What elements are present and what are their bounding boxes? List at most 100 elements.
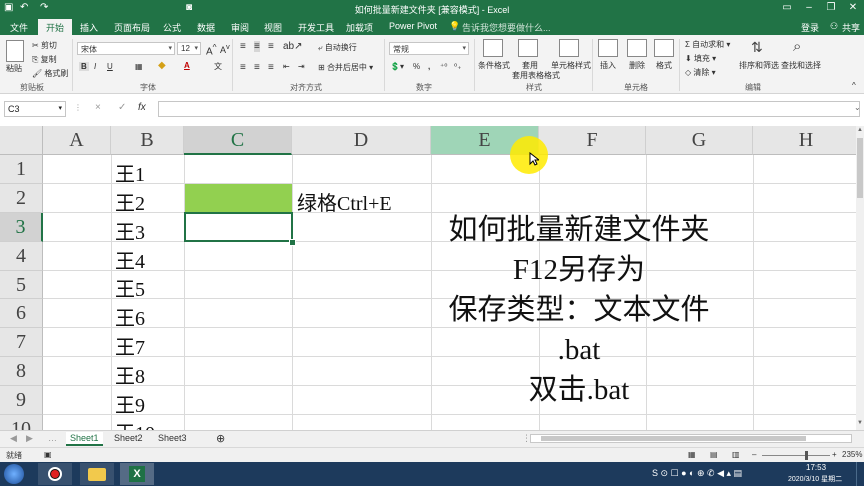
format-painter-button[interactable]: 🖌 格式刷 <box>32 68 68 79</box>
start-button-icon[interactable] <box>4 464 24 484</box>
delete-cells-button[interactable]: 删除 <box>629 60 645 71</box>
column-header-b[interactable]: B <box>111 126 184 155</box>
cell-b1[interactable]: 王1 <box>115 158 145 187</box>
italic-button[interactable]: I <box>94 62 96 71</box>
comma-button[interactable]: , <box>428 62 430 71</box>
font-name-combo[interactable]: 宋体 ▾ <box>77 42 175 55</box>
align-top-icon[interactable]: ≡ <box>240 41 246 52</box>
cell-b5[interactable]: 王5 <box>115 273 145 302</box>
name-box[interactable]: C3 ▾ <box>4 101 66 117</box>
currency-icon[interactable]: 💲▾ <box>390 62 404 71</box>
tab-formulas[interactable]: 公式 <box>163 21 181 34</box>
tab-page-layout[interactable]: 页面布局 <box>114 21 150 34</box>
format-cells-icon[interactable] <box>654 39 674 57</box>
find-select-icon[interactable]: ⌕ <box>793 38 801 55</box>
minimize-icon[interactable]: – <box>798 2 820 13</box>
font-size-combo[interactable]: 12 ▾ <box>177 42 201 55</box>
taskbar-recorder[interactable] <box>38 463 72 485</box>
scroll-down-icon[interactable]: ▼ <box>857 420 863 426</box>
tab-data[interactable]: 数据 <box>197 21 215 34</box>
vertical-scrollbar[interactable]: ▲ ▼ <box>856 126 864 430</box>
add-sheet-button[interactable]: ⊕ <box>212 431 229 446</box>
align-right-icon[interactable]: ≡ <box>268 62 274 73</box>
column-header-g[interactable]: G <box>646 126 753 155</box>
sheet-list-icon[interactable]: … <box>44 432 61 444</box>
taskbar-explorer[interactable] <box>80 463 114 485</box>
close-icon[interactable]: ✕ <box>842 2 864 13</box>
cell-b9[interactable]: 王9 <box>115 389 145 418</box>
borders-icon[interactable]: ▦ <box>135 62 143 71</box>
delete-cells-icon[interactable] <box>627 39 647 57</box>
horizontal-scrollbar[interactable] <box>530 434 852 443</box>
cell-b7[interactable]: 王7 <box>115 331 145 360</box>
expand-formula-icon[interactable]: ⌄ <box>854 103 861 112</box>
cancel-edit-button[interactable]: × <box>95 102 101 113</box>
font-color-button[interactable]: A <box>184 61 190 70</box>
column-header-a[interactable]: A <box>43 126 111 155</box>
cell-b6[interactable]: 王6 <box>115 302 145 331</box>
fill-color-icon[interactable]: ◆ <box>158 60 166 71</box>
tab-file[interactable]: 文件 <box>10 21 28 34</box>
fill-button[interactable]: ⬇ 填充 ▾ <box>685 53 716 64</box>
column-header-c[interactable]: C <box>184 126 292 155</box>
grow-font-icon[interactable]: A^ <box>206 42 217 57</box>
column-header-h[interactable]: H <box>753 126 856 155</box>
ribbon-display-icon[interactable]: ▭ <box>776 2 798 13</box>
insert-function-button[interactable]: fx <box>138 102 146 113</box>
tab-insert[interactable]: 插入 <box>80 21 98 34</box>
phonetic-icon[interactable]: 文 <box>214 61 222 72</box>
next-sheet-icon[interactable]: ▶ <box>22 432 37 445</box>
restore-icon[interactable]: ❐ <box>820 2 842 13</box>
sheet-tab-2[interactable]: Sheet2 <box>110 432 147 444</box>
page-layout-view-icon[interactable]: ▤ <box>710 450 718 459</box>
column-header-f[interactable]: F <box>539 126 646 155</box>
merge-center-button[interactable]: ⊞ 合并后居中 ▾ <box>318 62 373 73</box>
collapse-ribbon-icon[interactable]: ^ <box>852 81 856 90</box>
copy-button[interactable]: ⎘ 复制 <box>32 54 57 65</box>
tray-icons[interactable]: S ⊙ ☐ ● ◐ ⊕ ✆ ◀ ▴ ▤ <box>652 468 742 479</box>
show-desktop-button[interactable] <box>856 462 864 486</box>
row-header-1[interactable]: 1 <box>0 155 43 184</box>
scroll-up-icon[interactable]: ▲ <box>857 127 863 133</box>
cell-c2-green[interactable] <box>185 184 292 212</box>
decrease-decimal-icon[interactable]: ⁰₊ <box>454 62 461 71</box>
tab-addins[interactable]: 加载项 <box>346 21 373 34</box>
align-center-icon[interactable]: ≡ <box>254 62 260 73</box>
row-header-2[interactable]: 2 <box>0 184 43 213</box>
tab-power-pivot[interactable]: Power Pivot <box>389 21 437 31</box>
cell-styles-button[interactable]: 单元格样式 <box>551 60 591 71</box>
bold-button[interactable]: B <box>79 62 89 71</box>
row-header-8[interactable]: 8 <box>0 357 43 386</box>
row-header-5[interactable]: 5 <box>0 271 43 299</box>
macro-record-icon[interactable]: ▣ <box>44 450 52 459</box>
align-left-icon[interactable]: ≡ <box>240 62 246 73</box>
cell-b8[interactable]: 王8 <box>115 360 145 389</box>
row-header-9[interactable]: 9 <box>0 386 43 415</box>
cell-styles-icon[interactable] <box>559 39 579 57</box>
worksheet-grid[interactable]: A B C D E F G H 1 2 3 4 5 6 7 8 9 10 王1 … <box>0 126 856 430</box>
paste-icon[interactable] <box>6 40 24 62</box>
find-select-button[interactable]: 查找和选择 <box>781 60 821 71</box>
normal-view-icon[interactable]: ▦ <box>688 450 696 459</box>
conditional-format-icon[interactable] <box>483 39 503 57</box>
orientation-icon[interactable]: ab↗ <box>283 41 303 52</box>
align-middle-icon[interactable]: ≡ <box>254 41 260 52</box>
paste-button[interactable]: 粘贴 <box>6 63 22 74</box>
indent-decrease-icon[interactable]: ⇤ <box>283 62 290 71</box>
increase-decimal-icon[interactable]: ⁺⁰ <box>440 62 447 71</box>
indent-increase-icon[interactable]: ⇥ <box>298 62 305 71</box>
format-cells-button[interactable]: 格式 <box>656 60 672 71</box>
sign-in-link[interactable]: 登录 <box>801 21 819 34</box>
zoom-out-icon[interactable]: – <box>752 450 756 459</box>
row-header-7[interactable]: 7 <box>0 328 43 357</box>
format-as-table-button[interactable]: 套用表格格式 <box>512 70 560 81</box>
select-all-corner[interactable] <box>0 126 43 155</box>
tab-home[interactable]: 开始 <box>38 19 73 35</box>
wrap-text-button[interactable]: ⤶ 自动换行 <box>318 42 357 53</box>
cell-b4[interactable]: 王4 <box>115 245 145 274</box>
sort-filter-button[interactable]: 排序和筛选 <box>739 60 779 71</box>
tell-me-box[interactable]: 告诉我您想要做什么... <box>462 21 551 34</box>
cell-d2[interactable]: 绿格Ctrl+E <box>297 187 392 216</box>
tab-view[interactable]: 视图 <box>264 21 282 34</box>
sort-filter-icon[interactable]: ⇅ <box>751 39 763 56</box>
